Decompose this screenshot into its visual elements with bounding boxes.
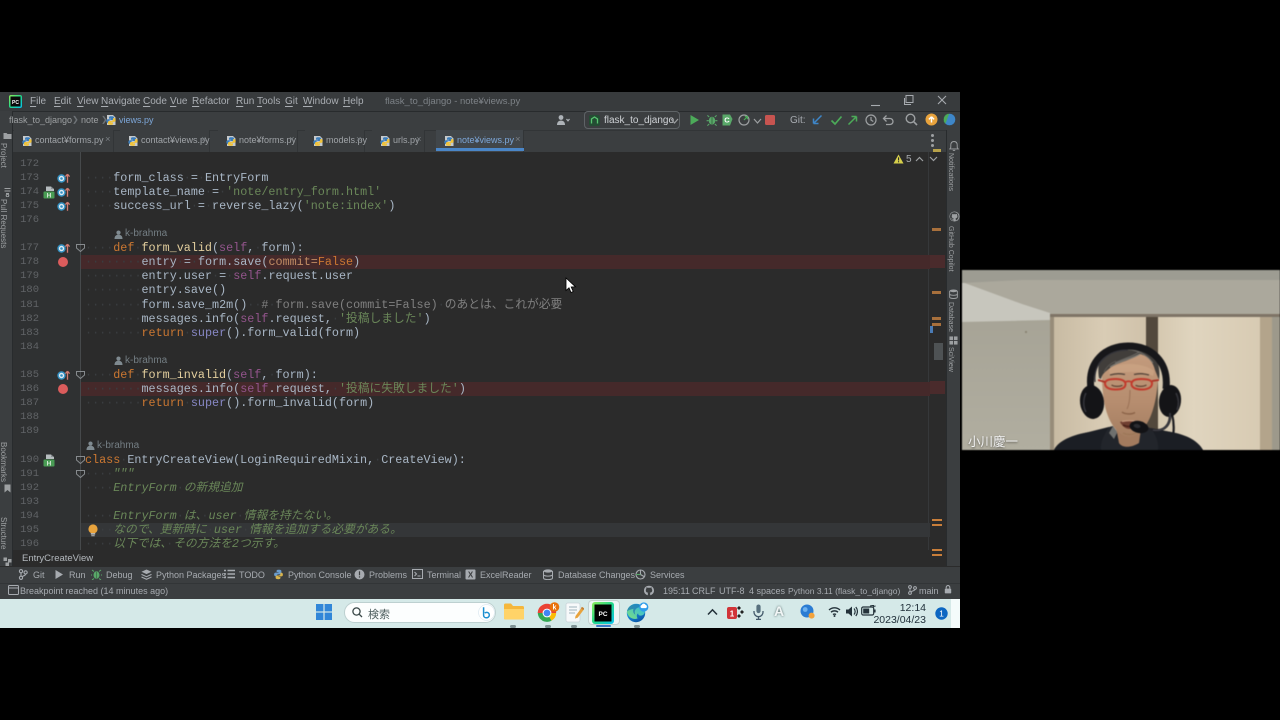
svg-text:PC: PC — [598, 611, 607, 618]
svg-text:C: C — [724, 116, 730, 125]
svg-text:X: X — [468, 570, 474, 579]
svg-text:1: 1 — [939, 609, 944, 619]
svg-text:1: 1 — [730, 610, 735, 619]
svg-text:k: k — [553, 605, 557, 612]
svg-text:H: H — [47, 192, 52, 199]
svg-text:H: H — [47, 460, 52, 467]
svg-text:PC: PC — [12, 100, 19, 106]
